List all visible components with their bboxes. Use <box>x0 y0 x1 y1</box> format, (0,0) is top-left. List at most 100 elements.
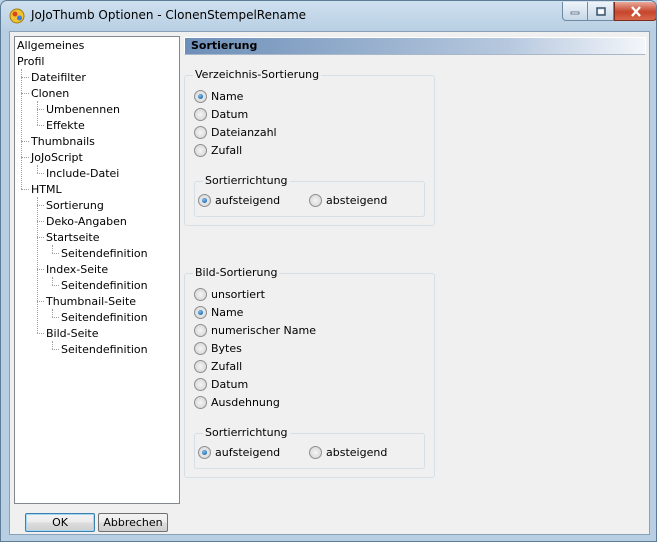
tree-connector <box>21 189 29 190</box>
radio-label: numerischer Name <box>211 323 316 337</box>
radio-label: Bytes <box>211 341 242 355</box>
tree-connector <box>21 69 22 189</box>
tree-item[interactable]: Index-Seite <box>46 262 108 277</box>
tree-connector <box>37 173 44 174</box>
radio-label: aufsteigend <box>215 445 281 459</box>
cancel-button[interactable]: Abbrechen <box>98 513 168 532</box>
tree-item[interactable]: Bild-Seite <box>46 326 99 341</box>
tree-item[interactable]: Clonen <box>31 86 69 101</box>
tree-connector <box>21 141 29 142</box>
img-sort-option[interactable]: Ausdehnung <box>194 395 280 409</box>
img-direction-label: Sortierrichtung <box>203 426 290 439</box>
radio-circle-icon <box>309 445 322 459</box>
img-sort-option[interactable]: numerischer Name <box>194 323 316 337</box>
tree-item[interactable]: Deko-Angaben <box>46 214 127 229</box>
tree-connector <box>21 93 29 94</box>
tree-item[interactable]: Include-Datei <box>46 166 119 181</box>
app-icon <box>9 8 25 24</box>
tree-item[interactable]: JoJoScript <box>31 150 83 165</box>
tree-item[interactable]: Profil <box>17 54 44 69</box>
tree-connector <box>37 165 38 173</box>
radio-circle-icon <box>194 107 207 121</box>
tree-item[interactable]: Startseite <box>46 230 100 245</box>
radio-dot-icon <box>198 309 203 315</box>
radio-label: absteigend <box>326 445 388 459</box>
img-sort-option[interactable]: Bytes <box>194 341 242 355</box>
tree-connector <box>52 341 53 349</box>
tree-connector <box>21 157 29 158</box>
radio-circle-icon <box>194 323 207 337</box>
dialog-client: Allgemeines Profil Dateifilter Clonen Umbene… <box>9 31 650 535</box>
radio-dot-icon <box>198 93 203 99</box>
tree-connector <box>37 197 38 333</box>
minimize-button[interactable] <box>562 2 588 21</box>
radio-label: Zufall <box>211 143 243 157</box>
options-tree[interactable]: Allgemeines Profil Dateifilter Clonen Umbene… <box>14 36 180 504</box>
dir-direction-label: Sortierrichtung <box>203 174 290 187</box>
radio-circle-icon <box>194 305 207 319</box>
ok-button[interactable]: OK <box>25 513 95 532</box>
tree-connector <box>52 245 53 253</box>
dir-direction-group: Sortierrichtung aufsteigend absteigend <box>194 174 425 217</box>
dir-sort-option[interactable]: Datum <box>194 107 248 121</box>
tree-connector <box>37 221 44 222</box>
tree-connector <box>37 237 44 238</box>
radio-circle-icon <box>194 125 207 139</box>
tree-item[interactable]: Seitendefinition <box>61 310 148 325</box>
img-sort-option[interactable]: unsortiert <box>194 287 265 301</box>
radio-circle-icon <box>194 377 207 391</box>
tree-item[interactable]: Thumbnails <box>31 134 95 149</box>
dir-sort-option[interactable]: Dateianzahl <box>194 125 277 139</box>
radio-label: Name <box>211 305 244 319</box>
radio-dot-icon <box>202 449 207 455</box>
tree-item[interactable]: Seitendefinition <box>61 246 148 261</box>
dir-sort-option[interactable]: Name <box>194 89 243 103</box>
img-sort-option[interactable]: Name <box>194 305 243 319</box>
tree-connector <box>37 301 44 302</box>
tree-item[interactable]: Seitendefinition <box>61 342 148 357</box>
radio-circle-icon <box>309 193 322 207</box>
img-sort-option[interactable]: Zufall <box>194 359 242 373</box>
tree-connector <box>52 253 59 254</box>
img-direction-option[interactable]: aufsteigend <box>198 445 280 459</box>
tree-item[interactable]: Thumbnail-Seite <box>46 294 136 309</box>
tree-item[interactable]: Seitendefinition <box>61 278 148 293</box>
radio-label: absteigend <box>326 193 388 207</box>
tree-connector <box>52 317 59 318</box>
tree-connector <box>52 277 53 285</box>
section-header: Sortierung <box>184 37 646 55</box>
tree-connector <box>52 349 59 350</box>
dir-direction-option[interactable]: aufsteigend <box>198 193 280 207</box>
tree-item[interactable]: Dateifilter <box>31 70 86 85</box>
title-bar[interactable]: JoJoThumb Optionen - ClonenStempelRename <box>1 1 656 31</box>
window-title: JoJoThumb Optionen - ClonenStempelRename <box>31 8 307 22</box>
dir-sort-option[interactable]: Zufall <box>194 143 242 157</box>
img-sort-group: Bild-Sortierung unsortiert Name numerische… <box>184 266 435 478</box>
tree-item[interactable]: HTML <box>31 182 62 197</box>
section-title: Sortierung <box>191 39 258 52</box>
tree-item[interactable]: Allgemeines <box>17 38 84 53</box>
maximize-icon <box>595 6 606 16</box>
img-direction-option[interactable]: absteigend <box>309 445 387 459</box>
tree-item[interactable]: Effekte <box>46 118 85 133</box>
radio-circle-icon <box>198 445 211 459</box>
tree-connector <box>37 269 44 270</box>
radio-label: Zufall <box>211 359 243 373</box>
radio-circle-icon <box>194 341 207 355</box>
tree-connector <box>52 309 53 317</box>
dir-sort-group: Verzeichnis-Sortierung Name Datum Dateianz… <box>184 68 435 226</box>
radio-dot-icon <box>202 197 207 203</box>
radio-circle-icon <box>198 193 211 207</box>
tree-connector <box>37 333 44 334</box>
dir-direction-option[interactable]: absteigend <box>309 193 387 207</box>
img-direction-group: Sortierrichtung aufsteigend absteigend <box>194 426 425 469</box>
img-sort-option[interactable]: Datum <box>194 377 248 391</box>
close-button[interactable] <box>614 2 656 21</box>
radio-circle-icon <box>194 359 207 373</box>
tree-connector <box>37 101 38 125</box>
tree-item[interactable]: Sortierung <box>46 198 104 213</box>
dir-sort-label: Verzeichnis-Sortierung <box>193 68 322 81</box>
tree-connector <box>37 125 44 126</box>
tree-item[interactable]: Umbenennen <box>46 102 120 117</box>
maximize-button[interactable] <box>588 2 614 21</box>
